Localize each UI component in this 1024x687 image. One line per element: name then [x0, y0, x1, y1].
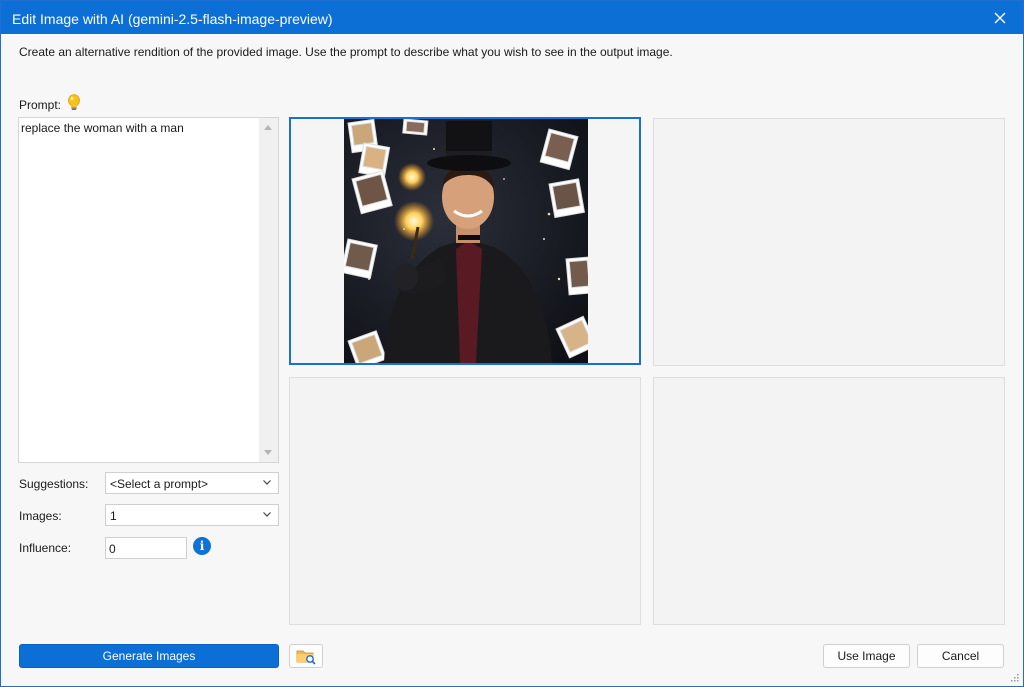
chevron-down-icon [263, 480, 271, 485]
generated-image-3[interactable] [289, 377, 641, 625]
generated-image-4[interactable] [653, 377, 1005, 625]
close-button[interactable] [977, 1, 1023, 34]
images-label: Images: [19, 509, 62, 523]
chevron-down-icon [263, 512, 271, 517]
generate-images-button[interactable]: Generate Images [19, 644, 279, 668]
generated-image-2[interactable] [653, 118, 1005, 366]
scroll-up-icon[interactable] [264, 125, 272, 130]
influence-input[interactable]: 0 [105, 537, 187, 559]
suggestions-label: Suggestions: [19, 477, 89, 491]
generated-image-1[interactable] [289, 117, 641, 365]
images-dropdown[interactable]: 1 [105, 504, 279, 526]
title-bar: Edit Image with AI (gemini-2.5-flash-ima… [1, 1, 1023, 34]
scroll-down-icon[interactable] [264, 450, 272, 455]
resize-grip-icon[interactable] [1009, 672, 1019, 682]
lightbulb-icon[interactable] [67, 94, 81, 115]
generate-images-label: Generate Images [102, 649, 196, 663]
prompt-text: replace the woman with a man [21, 121, 184, 135]
influence-label: Influence: [19, 541, 72, 555]
folder-search-icon [296, 650, 316, 665]
close-icon [994, 12, 1006, 23]
use-image-button[interactable]: Use Image [823, 644, 910, 668]
cancel-button[interactable]: Cancel [917, 644, 1004, 668]
info-icon[interactable]: i [193, 537, 211, 555]
edit-image-dialog: Edit Image with AI (gemini-2.5-flash-ima… [0, 0, 1024, 687]
influence-value: 0 [109, 542, 116, 556]
prompt-label-row: Prompt: [19, 94, 81, 115]
images-value: 1 [110, 509, 117, 523]
suggestions-dropdown[interactable]: <Select a prompt> [105, 472, 279, 494]
open-folder-button[interactable] [289, 644, 323, 668]
window-title: Edit Image with AI (gemini-2.5-flash-ima… [12, 11, 333, 27]
prompt-scrollbar[interactable] [259, 118, 278, 462]
cancel-label: Cancel [941, 649, 980, 663]
prompt-label: Prompt: [19, 97, 62, 112]
generated-image-preview [344, 119, 588, 363]
prompt-textarea[interactable]: replace the woman with a man [18, 117, 279, 463]
suggestions-value: <Select a prompt> [110, 477, 209, 491]
dialog-description: Create an alternative rendition of the p… [19, 45, 673, 59]
use-image-label: Use Image [837, 649, 896, 663]
